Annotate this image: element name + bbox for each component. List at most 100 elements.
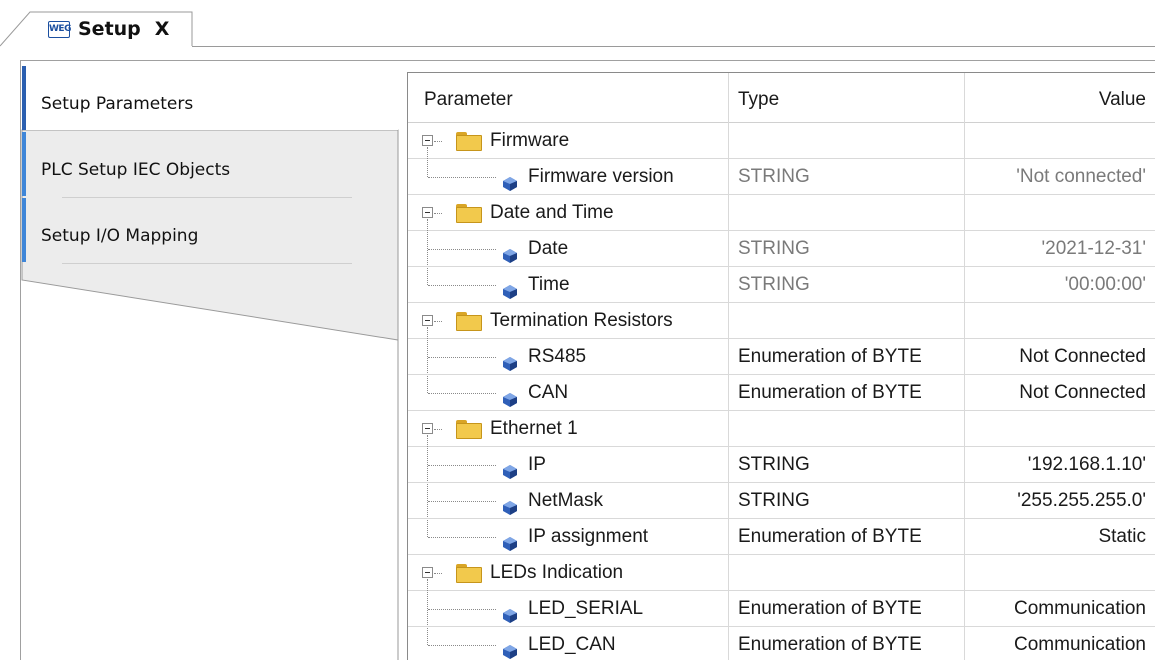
parameter-type: STRING <box>728 447 964 483</box>
column-header-type[interactable]: Type <box>728 73 964 123</box>
folder-icon <box>456 420 482 439</box>
parameter-value[interactable]: Static <box>964 519 1155 555</box>
group-row[interactable]: Termination Resistors <box>408 303 1155 339</box>
tree-connector <box>434 573 442 574</box>
parameter-icon <box>502 241 518 263</box>
parameter-name: NetMask <box>528 490 603 511</box>
group-label: Termination Resistors <box>490 310 673 331</box>
group-row[interactable]: Ethernet 1 <box>408 411 1155 447</box>
parameter-name-cell: LED_CAN <box>408 627 728 660</box>
column-header-parameter[interactable]: Parameter <box>408 73 728 123</box>
group-row[interactable]: LEDs Indication <box>408 555 1155 591</box>
parameter-row[interactable]: Firmware version STRING 'Not connected' <box>408 159 1155 195</box>
tree-connector <box>428 537 496 538</box>
parameter-name: Date <box>528 238 569 259</box>
group-parameter-cell: Firmware <box>408 123 728 159</box>
parameter-type: Enumeration of BYTE <box>728 375 964 411</box>
parameter-value[interactable]: '255.255.255.0' <box>964 483 1155 519</box>
tree-connector <box>428 285 496 286</box>
parameter-grid: Parameter Type Value Firmware Firmware ve… <box>407 72 1155 660</box>
group-type-cell <box>728 411 964 447</box>
parameter-icon <box>502 349 518 371</box>
parameter-name: RS485 <box>528 346 587 367</box>
side-tab-divider <box>62 263 352 264</box>
group-parameter-cell: Date and Time <box>408 195 728 231</box>
parameter-type: STRING <box>728 231 964 267</box>
parameter-row[interactable]: RS485 Enumeration of BYTE Not Connected <box>408 339 1155 375</box>
parameter-row[interactable]: LED_SERIAL Enumeration of BYTE Communicati… <box>408 591 1155 627</box>
parameter-row[interactable]: CAN Enumeration of BYTE Not Connected <box>408 375 1155 411</box>
parameter-row[interactable]: NetMask STRING '255.255.255.0' <box>408 483 1155 519</box>
parameter-icon <box>502 385 518 407</box>
parameter-icon <box>502 529 518 551</box>
parameter-name: LED_SERIAL <box>528 598 644 619</box>
group-label: Firmware <box>490 130 570 151</box>
folder-icon <box>456 312 482 331</box>
parameter-icon <box>502 493 518 515</box>
parameter-value[interactable]: '192.168.1.10' <box>964 447 1155 483</box>
parameter-value[interactable]: Not Connected <box>964 339 1155 375</box>
collapse-icon[interactable] <box>422 207 433 218</box>
group-value-cell <box>964 195 1155 231</box>
grid-header-row: Parameter Type Value <box>408 73 1155 123</box>
group-row[interactable]: Date and Time <box>408 195 1155 231</box>
parameter-type: Enumeration of BYTE <box>728 339 964 375</box>
collapse-icon[interactable] <box>422 423 433 434</box>
tree-connector <box>434 213 442 214</box>
collapse-icon[interactable] <box>422 315 433 326</box>
tree-connector <box>428 393 496 394</box>
group-value-cell <box>964 123 1155 159</box>
column-header-value[interactable]: Value <box>964 73 1155 123</box>
group-parameter-cell: LEDs Indication <box>408 555 728 591</box>
parameter-row[interactable]: IP STRING '192.168.1.10' <box>408 447 1155 483</box>
group-label: Date and Time <box>490 202 614 223</box>
parameter-name-cell: Date <box>408 231 728 267</box>
parameter-row[interactable]: LED_CAN Enumeration of BYTE Communication <box>408 627 1155 660</box>
collapse-icon[interactable] <box>422 567 433 578</box>
parameter-value[interactable]: '00:00:00' <box>964 267 1155 303</box>
parameter-name: Time <box>528 274 570 295</box>
parameter-name-cell: LED_SERIAL <box>408 591 728 627</box>
side-tab-setup-io-mapping[interactable]: Setup I/O Mapping <box>22 198 398 262</box>
group-label: Ethernet 1 <box>490 418 578 439</box>
parameter-name: IP assignment <box>528 526 649 547</box>
parameter-value[interactable]: 'Not connected' <box>964 159 1155 195</box>
collapse-icon[interactable] <box>422 135 433 146</box>
tree-connector <box>428 357 496 358</box>
parameter-row[interactable]: IP assignment Enumeration of BYTE Static <box>408 519 1155 555</box>
group-parameter-cell: Ethernet 1 <box>408 411 728 447</box>
group-value-cell <box>964 303 1155 339</box>
parameter-value[interactable]: '2021-12-31' <box>964 231 1155 267</box>
tree-connector <box>428 465 496 466</box>
parameter-value[interactable]: Communication <box>964 627 1155 660</box>
folder-icon <box>456 132 482 151</box>
group-parameter-cell: Termination Resistors <box>408 303 728 339</box>
parameter-type: Enumeration of BYTE <box>728 591 964 627</box>
parameter-name-cell: IP assignment <box>408 519 728 555</box>
parameter-row[interactable]: Time STRING '00:00:00' <box>408 267 1155 303</box>
tree-connector <box>428 249 496 250</box>
group-value-cell <box>964 411 1155 447</box>
side-tab-setup-parameters[interactable]: Setup Parameters <box>22 66 398 130</box>
parameter-value[interactable]: Communication <box>964 591 1155 627</box>
parameter-icon <box>502 277 518 299</box>
tree-connector <box>434 141 442 142</box>
parameter-name-cell: Firmware version <box>408 159 728 195</box>
group-type-cell <box>728 123 964 159</box>
folder-icon <box>456 204 482 223</box>
tree-connector <box>428 609 496 610</box>
parameter-value[interactable]: Not Connected <box>964 375 1155 411</box>
parameter-type: Enumeration of BYTE <box>728 627 964 660</box>
parameter-name: Firmware version <box>528 166 674 187</box>
parameter-name: LED_CAN <box>528 634 616 655</box>
parameter-icon <box>502 169 518 191</box>
group-type-cell <box>728 303 964 339</box>
folder-icon <box>456 564 482 583</box>
tree-connector <box>434 429 442 430</box>
group-row[interactable]: Firmware <box>408 123 1155 159</box>
tree-connector <box>428 645 496 646</box>
parameter-row[interactable]: Date STRING '2021-12-31' <box>408 231 1155 267</box>
tree-connector <box>428 501 496 502</box>
parameter-name-cell: NetMask <box>408 483 728 519</box>
side-tab-plc-setup-iec-objects[interactable]: PLC Setup IEC Objects <box>22 132 398 196</box>
